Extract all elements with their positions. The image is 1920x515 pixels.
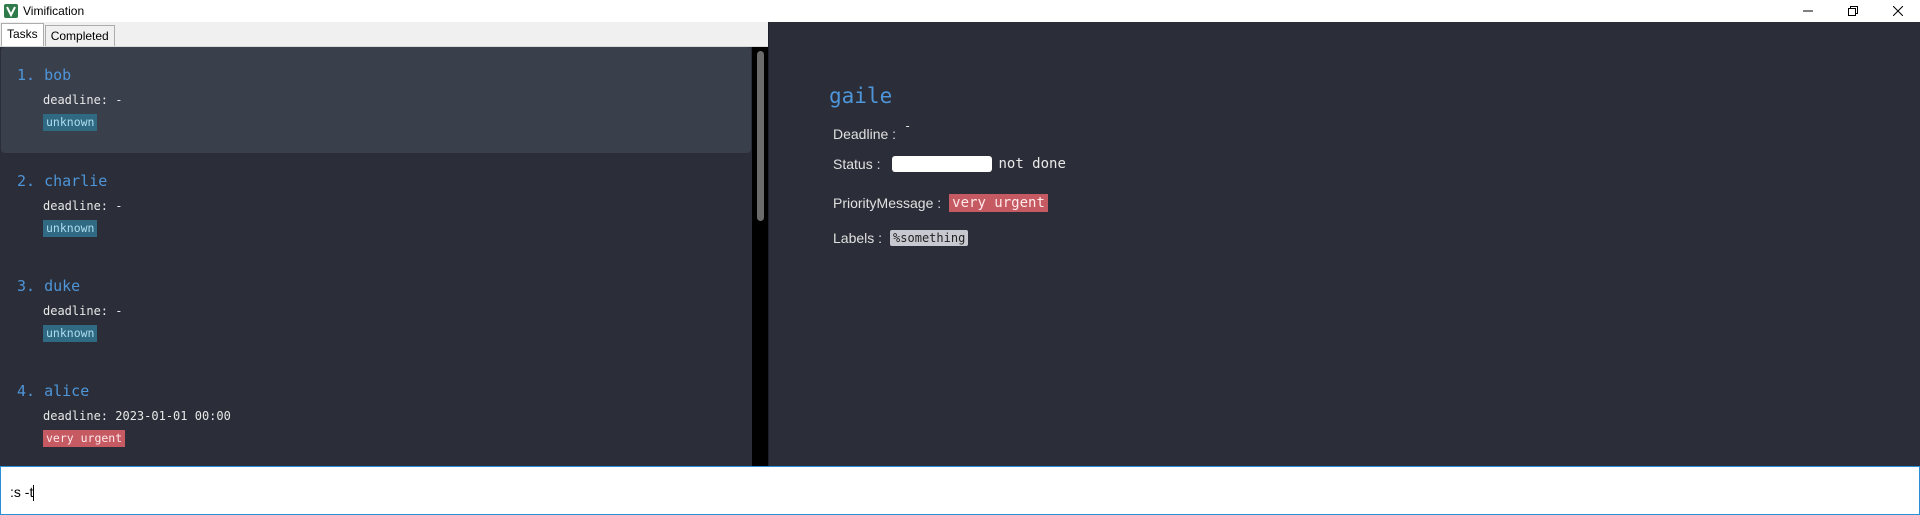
status-value: not done xyxy=(998,156,1066,172)
tab-bar: Tasks Completed xyxy=(0,22,768,47)
labels-row: Labels : %something xyxy=(833,230,969,246)
priority-row: PriorityMessage : very urgent xyxy=(833,194,1048,212)
task-list: 1. bob deadline: - unknown 2. charlie de… xyxy=(0,47,752,466)
window-title: Vimification xyxy=(23,4,85,18)
task-deadline: deadline: - xyxy=(43,304,123,318)
window-controls xyxy=(1785,0,1920,22)
scrollbar-thumb[interactable] xyxy=(757,51,764,221)
close-icon xyxy=(1892,6,1903,16)
task-detail-pane: gaile Deadline : - Status : not done Pri… xyxy=(768,22,1920,466)
tab-tasks[interactable]: Tasks xyxy=(1,23,44,46)
title-bar: Vimification xyxy=(0,0,1920,22)
restore-icon xyxy=(1847,6,1858,16)
priority-badge: unknown xyxy=(43,325,98,342)
task-title: 1. bob xyxy=(17,66,72,84)
deadline-row: Deadline : - xyxy=(833,119,911,142)
priority-badge: very urgent xyxy=(43,430,126,447)
list-item[interactable]: 4. alice deadline: 2023-01-01 00:00 very… xyxy=(1,363,751,466)
deadline-value: - xyxy=(904,119,912,133)
list-item[interactable]: 2. charlie deadline: - unknown xyxy=(1,153,751,259)
task-title: 2. charlie xyxy=(17,172,108,190)
list-item[interactable]: 3. duke deadline: - unknown xyxy=(1,258,751,364)
task-deadline: deadline: - xyxy=(43,199,123,213)
detail-title: gaile xyxy=(829,84,893,108)
close-button[interactable] xyxy=(1875,0,1920,22)
label-chip: %something xyxy=(890,230,969,246)
command-input[interactable]: :s -t xyxy=(10,484,1890,502)
deadline-label: Deadline : xyxy=(833,126,897,142)
list-item[interactable]: 1. bob deadline: - unknown xyxy=(1,47,751,153)
priority-label: PriorityMessage : xyxy=(833,195,942,211)
minimize-icon xyxy=(1802,10,1813,12)
minimize-button[interactable] xyxy=(1785,0,1830,22)
app-logo-icon xyxy=(4,4,18,18)
priority-badge: very urgent xyxy=(949,194,1048,212)
priority-badge: unknown xyxy=(43,114,98,131)
priority-badge: unknown xyxy=(43,220,98,237)
task-title: 4. alice xyxy=(17,382,90,400)
status-label: Status : xyxy=(833,156,881,172)
status-field xyxy=(892,156,993,172)
tab-completed[interactable]: Completed xyxy=(44,25,115,46)
task-list-pane: Tasks Completed 1. bob deadline: - unkno… xyxy=(0,22,768,466)
task-deadline: deadline: 2023-01-01 00:00 xyxy=(43,409,231,423)
restore-button[interactable] xyxy=(1830,0,1875,22)
status-row: Status : not done xyxy=(833,156,1066,172)
task-title: 3. duke xyxy=(17,277,81,295)
command-bar[interactable]: :s -t xyxy=(0,466,1920,515)
labels-label: Labels : xyxy=(833,230,883,246)
scrollbar[interactable] xyxy=(752,47,768,466)
text-caret xyxy=(33,485,35,502)
task-deadline: deadline: - xyxy=(43,93,123,107)
